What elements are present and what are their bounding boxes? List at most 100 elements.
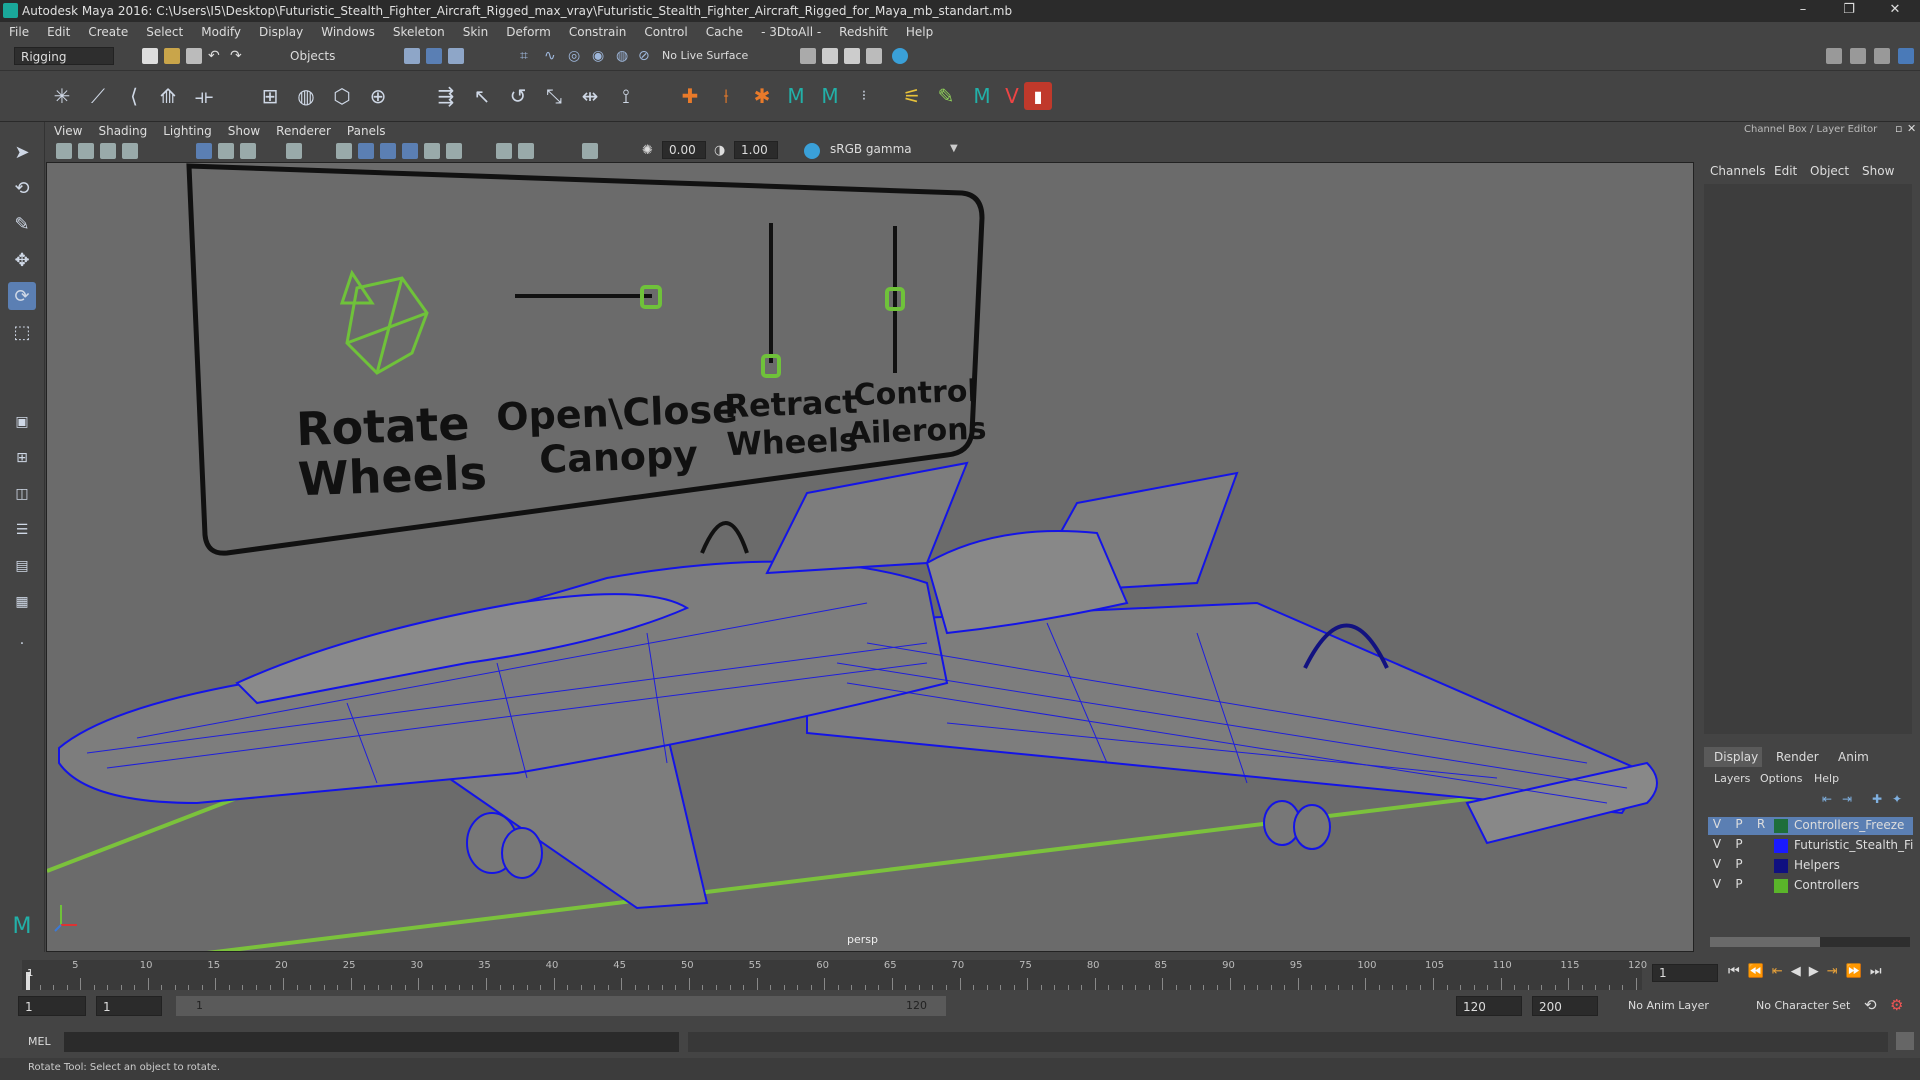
live-surface-field[interactable]: No Live Surface — [656, 47, 766, 65]
layer-playback[interactable]: P — [1730, 837, 1748, 851]
menu-constrain[interactable]: Constrain — [569, 25, 627, 39]
isolate-select-icon[interactable] — [582, 143, 598, 159]
lasso-tool-icon[interactable]: ⟲ — [8, 174, 36, 202]
animation-start-field[interactable]: 1 — [18, 996, 86, 1016]
step-forward-icon[interactable]: ⏩ — [1846, 964, 1862, 979]
color-management-icon[interactable] — [804, 143, 820, 159]
snap-view-icon[interactable]: ◉ — [592, 48, 608, 64]
menu-select[interactable]: Select — [146, 25, 183, 39]
menu-create[interactable]: Create — [88, 25, 128, 39]
render-frame-icon[interactable] — [822, 48, 838, 64]
bookmark-icon[interactable] — [100, 143, 116, 159]
go-to-end-icon[interactable]: ⏭ — [1870, 964, 1882, 979]
open-scene-icon[interactable] — [164, 48, 180, 64]
layer-reference[interactable]: R — [1752, 817, 1770, 831]
attribute-editor-icon[interactable] — [1850, 48, 1866, 64]
lattice-icon[interactable]: ⬡ — [326, 80, 358, 112]
snap-curve-icon[interactable]: ∿ — [544, 48, 560, 64]
menuset-dropdown[interactable]: Rigging — [14, 47, 114, 65]
menu-control[interactable]: Control — [644, 25, 687, 39]
parent-constraint-icon[interactable]: ⇹ — [574, 80, 606, 112]
layout-hypershade-icon[interactable]: ▦ — [8, 588, 36, 616]
vp-menu-shading[interactable]: Shading — [98, 124, 147, 138]
gamma-field[interactable]: 1.00 — [734, 141, 778, 159]
layer-visibility[interactable]: V — [1708, 857, 1726, 871]
menu-modify[interactable]: Modify — [201, 25, 241, 39]
vp-menu-show[interactable]: Show — [228, 124, 260, 138]
ipr-render-icon[interactable] — [844, 48, 860, 64]
grid-toggle-icon[interactable] — [196, 143, 212, 159]
safe-action-icon[interactable] — [286, 143, 302, 159]
hypershade-icon[interactable] — [892, 48, 908, 64]
pole-vector-icon[interactable]: ⟟ — [610, 80, 642, 112]
layer-visibility[interactable]: V — [1708, 877, 1726, 891]
tab-display[interactable]: Display — [1714, 750, 1758, 764]
menu-windows[interactable]: Windows — [321, 25, 375, 39]
script-editor-icon[interactable] — [1896, 1032, 1914, 1050]
textured-icon[interactable] — [402, 143, 418, 159]
layer-row[interactable]: V P Futuristic_Stealth_Fighter — [1708, 837, 1914, 855]
menu-redshift[interactable]: Redshift — [839, 25, 888, 39]
layer-row[interactable]: V P Controllers — [1708, 877, 1913, 895]
minimize-button[interactable]: – — [1788, 2, 1818, 20]
wireframe-icon[interactable] — [336, 143, 352, 159]
vp-menu-lighting[interactable]: Lighting — [163, 124, 212, 138]
new-scene-icon[interactable] — [142, 48, 158, 64]
layer-color-swatch[interactable] — [1774, 839, 1788, 853]
layout-options-icon[interactable]: · — [8, 630, 36, 658]
channel-box-area[interactable] — [1704, 184, 1912, 734]
node-editor-icon[interactable]: ⁝ — [848, 80, 880, 112]
colorspace-dropdown[interactable]: sRGB gamma — [824, 141, 954, 159]
selection-mode-dropdown[interactable]: Objects — [284, 47, 379, 65]
playback-end-field[interactable]: 120 — [1456, 996, 1522, 1016]
layer-visibility[interactable]: V — [1708, 817, 1726, 831]
layer-visibility[interactable]: V — [1708, 837, 1726, 851]
select-tool-icon[interactable]: ➤ — [8, 138, 36, 166]
menu-file[interactable]: File — [9, 25, 29, 39]
layer-color-swatch[interactable] — [1774, 879, 1788, 893]
character-set-dropdown[interactable]: No Character Set — [1756, 999, 1850, 1012]
modeling-toolkit-icon[interactable] — [1826, 48, 1842, 64]
step-back-icon[interactable]: ⏪ — [1748, 964, 1764, 979]
gamma-icon[interactable]: ◑ — [714, 143, 730, 159]
render-stats-icon[interactable]: ▮ — [1024, 82, 1052, 110]
menu-3dtoall[interactable]: - 3DtoAll - — [761, 25, 821, 39]
layer-color-swatch[interactable] — [1774, 859, 1788, 873]
tab-anim[interactable]: Anim — [1838, 750, 1869, 764]
move-layer-up-icon[interactable]: ⇤ — [1822, 792, 1832, 806]
scale-tool-icon[interactable]: ⬚ — [8, 318, 36, 346]
current-frame-field[interactable]: 1 — [1652, 964, 1718, 982]
restore-button[interactable]: ❐ — [1834, 2, 1864, 20]
layer-menu-help[interactable]: Help — [1814, 772, 1839, 785]
motionbuilder-icon[interactable]: M — [966, 80, 998, 112]
play-forwards-icon[interactable]: ▶ — [1809, 964, 1819, 979]
layout-four-icon[interactable]: ⊞ — [8, 444, 36, 472]
layer-playback[interactable]: P — [1730, 817, 1748, 831]
smooth-shade-icon[interactable] — [358, 143, 374, 159]
menu-skeleton[interactable]: Skeleton — [393, 25, 445, 39]
controller-icon[interactable]: ✱ — [746, 80, 778, 112]
playback-start-field[interactable]: 1 — [96, 996, 162, 1016]
cb-menu-channels[interactable]: Channels — [1710, 164, 1766, 178]
layout-graph-icon[interactable]: ▤ — [8, 552, 36, 580]
layer-playback[interactable]: P — [1730, 877, 1748, 891]
snap-grid-icon[interactable]: ⌗ — [520, 48, 536, 64]
layer-playback[interactable]: P — [1730, 857, 1748, 871]
make-live-icon[interactable]: ⊘ — [638, 48, 654, 64]
step-forward-key-icon[interactable]: ⇥ — [1827, 964, 1838, 979]
vp-menu-panels[interactable]: Panels — [347, 124, 386, 138]
vp-menu-view[interactable]: View — [54, 124, 82, 138]
layer-row[interactable]: V P R Controllers_Freeze — [1708, 817, 1913, 835]
layer-menu-layers[interactable]: Layers — [1714, 772, 1750, 785]
go-to-start-icon[interactable]: ⏮ — [1728, 964, 1740, 979]
vp-menu-renderer[interactable]: Renderer — [276, 124, 331, 138]
close-button[interactable]: ✕ — [1880, 2, 1910, 20]
snap-point-icon[interactable]: ◎ — [568, 48, 584, 64]
command-language-label[interactable]: MEL — [28, 1035, 51, 1048]
undo-icon[interactable]: ↶ — [208, 48, 224, 64]
range-slider[interactable] — [176, 996, 946, 1016]
human-ik-icon[interactable]: M — [780, 80, 812, 112]
tool-settings-icon[interactable] — [1874, 48, 1890, 64]
layout-two-icon[interactable]: ◫ — [8, 480, 36, 508]
wireframe-on-shaded-icon[interactable] — [380, 143, 396, 159]
